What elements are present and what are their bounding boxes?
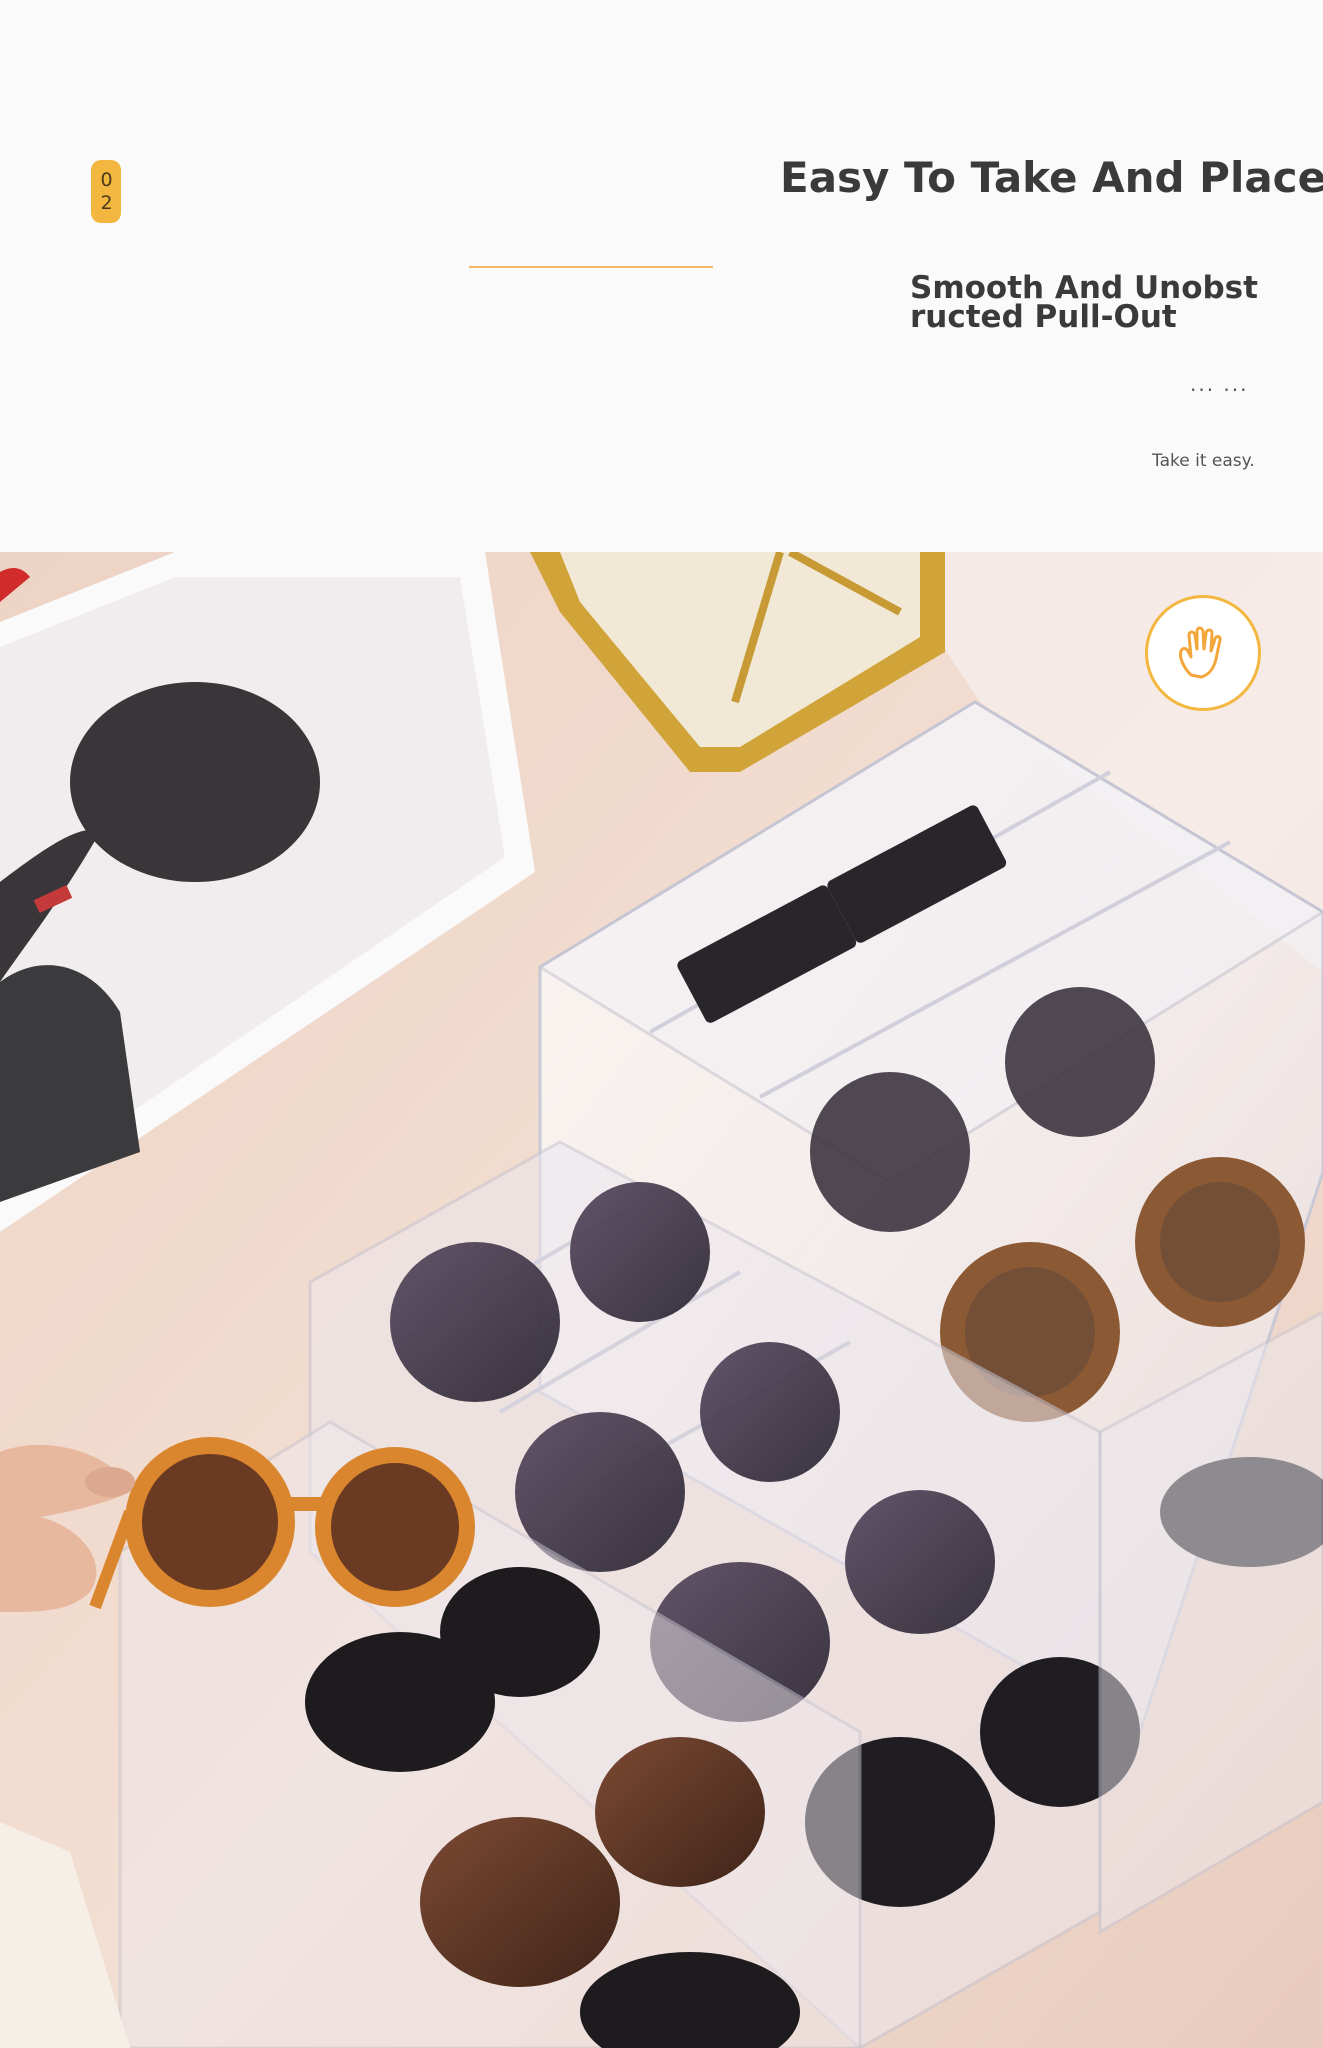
page-title: Easy To Take And Place: [780, 153, 1323, 202]
accent-divider: [469, 266, 713, 268]
section-number: 02: [95, 168, 118, 215]
header-section: 02 Easy To Take And Place Smooth And Uno…: [0, 0, 1323, 552]
hand-badge: [1145, 595, 1261, 711]
section-number-badge: 02: [91, 160, 121, 223]
hand-icon: [1179, 626, 1222, 679]
subtitle: Smooth And Unobst ructed Pull-Out: [910, 273, 1280, 335]
product-photo: [0, 552, 1323, 2048]
tagline: Take it easy.: [1152, 451, 1255, 471]
subtitle-line-2: ructed Pull-Out: [910, 299, 1177, 335]
ellipsis-dots: ... ...: [1190, 372, 1249, 396]
product-illustration: [0, 552, 1323, 2048]
